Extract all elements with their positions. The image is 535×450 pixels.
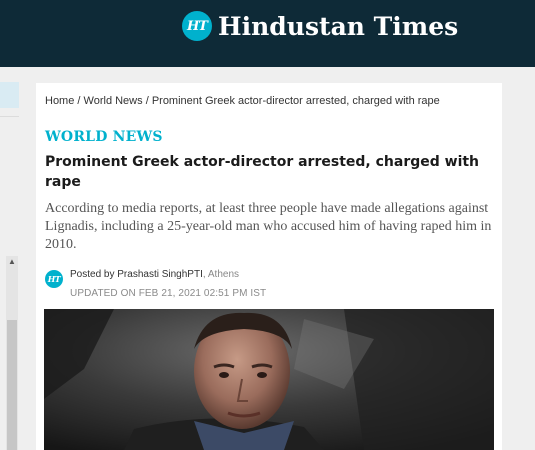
article-summary: According to media reports, at least thr… [45, 201, 492, 252]
updated-timestamp: UPDATED ON FEB 21, 2021 02:51 PM IST [70, 288, 267, 299]
ht-logo-icon: HT [182, 11, 212, 41]
article-hero-image[interactable] [44, 309, 494, 450]
sidebar-tab[interactable] [0, 82, 19, 108]
article-card: Home / World News / Prominent Greek acto… [36, 83, 502, 450]
section-label[interactable]: WORLD NEWS [45, 129, 163, 145]
hero-photo-graphic [44, 309, 494, 450]
breadcrumb-home[interactable]: Home [45, 95, 74, 107]
site-logo[interactable]: HT Hindustan Times [182, 10, 458, 42]
site-header: HT Hindustan Times [0, 0, 535, 67]
scroll-up-arrow-icon[interactable]: ▲ [8, 258, 16, 266]
scrollbar-thumb[interactable] [7, 320, 17, 450]
author-name[interactable]: Prashasti SinghPTI [117, 269, 203, 280]
site-name: Hindustan Times [218, 11, 459, 41]
article-title: Prominent Greek actor-director arrested,… [45, 154, 480, 190]
breadcrumb-current: Prominent Greek actor-director arrested,… [151, 95, 440, 107]
byline: Posted by Prashasti SinghPTI, Athens [70, 269, 239, 280]
byline-prefix: Posted by [70, 269, 118, 280]
breadcrumb: Home / World News / Prominent Greek acto… [45, 95, 440, 107]
breadcrumb-world-news[interactable]: World News [84, 95, 143, 107]
author-avatar-icon: HT [45, 270, 63, 288]
sidebar-divider [0, 116, 19, 117]
byline-location: , Athens [202, 269, 240, 280]
